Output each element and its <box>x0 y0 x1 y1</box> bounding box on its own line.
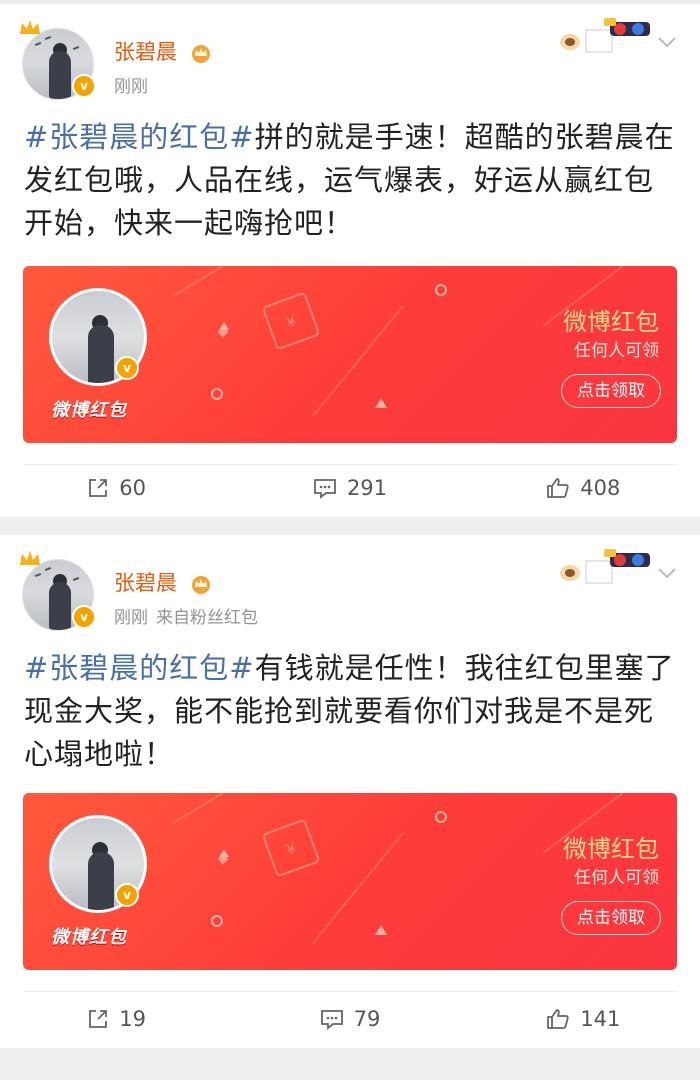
post-text: #张碧晨的红包#拼的就是手速！超酷的张碧晨在发红包哦，人品在线，运气爆表，好运从… <box>0 104 700 256</box>
red-packet-subtitle: 任何人可领 <box>574 341 659 361</box>
post-time: 刚刚 <box>114 77 148 97</box>
crown-icon <box>20 20 40 34</box>
like-button[interactable]: 408 <box>467 459 700 517</box>
feed-post: v 张碧晨 刚刚 #张碧晨的红包#拼的就是手速！超酷的张碧晨在发红包哦，人品在线… <box>0 4 700 517</box>
like-count: 141 <box>580 1007 621 1031</box>
verified-badge-icon: v <box>72 74 96 98</box>
author-avatar[interactable]: v <box>20 551 96 631</box>
svg-text:¥: ¥ <box>283 313 298 332</box>
verified-badge-icon: v <box>72 605 96 629</box>
post-header: v 张碧晨 刚刚 <box>0 4 700 104</box>
action-bar: 60 291 408 <box>0 459 700 517</box>
weibo-hongbao-logo: 微博红包 <box>51 927 127 948</box>
like-count: 408 <box>580 476 621 500</box>
hashtag-link[interactable]: #张碧晨的红包# <box>24 120 255 154</box>
crown-icon <box>20 551 40 565</box>
red-packet-card[interactable]: ¥ v 微博红包 微博红包 任何人可领 点击领取 <box>23 266 677 443</box>
svg-text:¥: ¥ <box>283 840 298 859</box>
vip-crown-icon <box>191 576 210 594</box>
post-time: 刚刚 <box>114 608 148 628</box>
repost-count: 60 <box>119 476 147 500</box>
red-packet-title: 微博红包 <box>563 835 659 863</box>
red-packet-subtitle: 任何人可领 <box>574 868 659 888</box>
post-source: 来自粉丝红包 <box>156 608 258 628</box>
action-bar: 19 79 141 <box>0 990 700 1048</box>
verified-badge-icon: v <box>115 356 139 380</box>
thumbs-up-icon <box>547 1009 569 1029</box>
red-packet-title: 微博红包 <box>563 308 659 336</box>
3d-glasses-sticker-icon <box>560 18 650 53</box>
thumbs-up-icon <box>547 478 569 498</box>
vip-crown-icon <box>191 45 210 63</box>
author-name[interactable]: 张碧晨 <box>114 567 212 597</box>
comment-button[interactable]: 79 <box>233 990 466 1048</box>
repost-button[interactable]: 60 <box>0 459 233 517</box>
comment-button[interactable]: 291 <box>233 459 466 517</box>
red-packet-card[interactable]: ¥ v 微博红包 微博红包 任何人可领 点击领取 <box>23 793 677 970</box>
chevron-down-icon[interactable] <box>656 565 678 581</box>
post-text: #张碧晨的红包#有钱就是任性！我往红包里塞了现金大奖，能不能抢到就要看你们对我是… <box>0 635 700 787</box>
comment-count: 79 <box>353 1007 381 1031</box>
share-icon <box>89 479 108 497</box>
repost-count: 19 <box>119 1007 147 1031</box>
feed-post: v 张碧晨 刚刚 来自粉丝红包 #张碧晨的红包#有钱就是任性！我往红包里塞了现金大… <box>0 535 700 1048</box>
claim-button[interactable]: 点击领取 <box>561 901 661 935</box>
share-icon <box>89 1010 108 1028</box>
post-meta: 刚刚 <box>114 72 148 97</box>
comment-count: 291 <box>346 476 388 500</box>
verified-badge-icon: v <box>115 883 139 907</box>
comment-icon <box>320 1010 343 1030</box>
like-button[interactable]: 141 <box>467 990 700 1048</box>
post-header: v 张碧晨 刚刚 来自粉丝红包 <box>0 535 700 635</box>
author-name[interactable]: 张碧晨 <box>114 36 212 66</box>
post-meta: 刚刚 来自粉丝红包 <box>114 603 258 628</box>
author-avatar[interactable]: v <box>20 20 96 100</box>
hashtag-link[interactable]: #张碧晨的红包# <box>24 651 255 685</box>
3d-glasses-sticker-icon <box>560 549 650 584</box>
chevron-down-icon[interactable] <box>656 34 678 50</box>
comment-icon <box>314 479 336 499</box>
repost-button[interactable]: 19 <box>0 990 233 1048</box>
claim-button[interactable]: 点击领取 <box>561 374 661 408</box>
weibo-hongbao-logo: 微博红包 <box>51 400 127 421</box>
